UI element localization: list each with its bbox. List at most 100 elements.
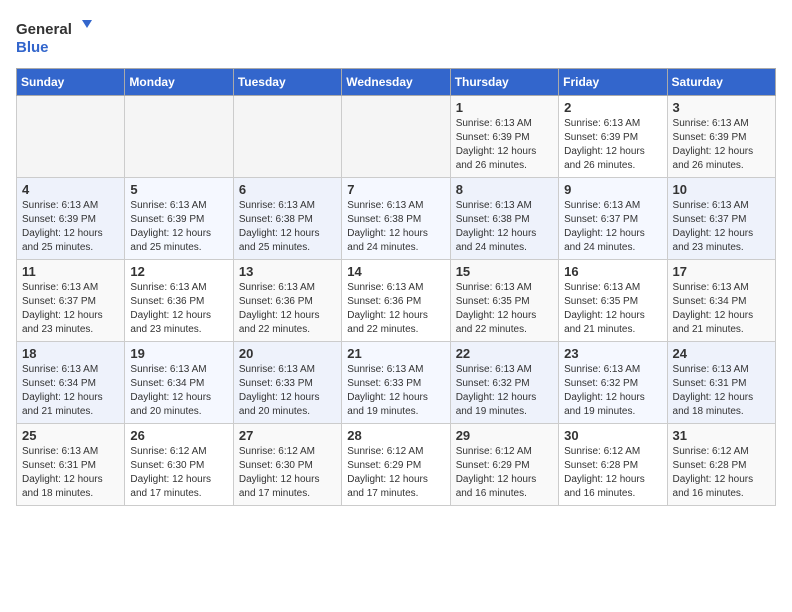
day-number: 6 [239, 182, 336, 197]
calendar-table: SundayMondayTuesdayWednesdayThursdayFrid… [16, 68, 776, 506]
calendar-cell: 4 Sunrise: 6:13 AM Sunset: 6:39 PM Daylig… [17, 178, 125, 260]
day-info: Sunrise: 6:12 AM Sunset: 6:29 PM Dayligh… [456, 445, 553, 501]
day-info: Sunrise: 6:13 AM Sunset: 6:39 PM Dayligh… [130, 199, 227, 255]
day-number: 17 [673, 264, 770, 279]
calendar-cell: 13 Sunrise: 6:13 AM Sunset: 6:36 PM Dayli… [233, 260, 341, 342]
column-header-saturday: Saturday [667, 69, 775, 96]
day-number: 21 [347, 346, 444, 361]
day-info: Sunrise: 6:13 AM Sunset: 6:35 PM Dayligh… [564, 281, 661, 337]
calendar-cell: 17 Sunrise: 6:13 AM Sunset: 6:34 PM Dayli… [667, 260, 775, 342]
day-info: Sunrise: 6:13 AM Sunset: 6:39 PM Dayligh… [22, 199, 119, 255]
calendar-cell: 24Sunrise: 6:13 AM Sunset: 6:31 PM Dayli… [667, 342, 775, 424]
day-info: Sunrise: 6:12 AM Sunset: 6:28 PM Dayligh… [564, 445, 661, 501]
column-header-wednesday: Wednesday [342, 69, 450, 96]
calendar-cell: 2 Sunrise: 6:13 AM Sunset: 6:39 PM Daylig… [559, 96, 667, 178]
day-number: 4 [22, 182, 119, 197]
day-number: 3 [673, 100, 770, 115]
calendar-week-4: 18 Sunrise: 6:13 AM Sunset: 6:34 PM Dayli… [17, 342, 776, 424]
calendar-cell: 11Sunrise: 6:13 AM Sunset: 6:37 PM Dayli… [17, 260, 125, 342]
day-info: Sunrise: 6:13 AM Sunset: 6:34 PM Dayligh… [673, 281, 770, 337]
calendar-cell: 12 Sunrise: 6:13 AM Sunset: 6:36 PM Dayli… [125, 260, 233, 342]
day-number: 5 [130, 182, 227, 197]
day-number: 23 [564, 346, 661, 361]
calendar-cell: 15 Sunrise: 6:13 AM Sunset: 6:35 PM Dayli… [450, 260, 558, 342]
calendar-cell: 3 Sunrise: 6:13 AM Sunset: 6:39 PM Daylig… [667, 96, 775, 178]
calendar-cell: 14 Sunrise: 6:13 AM Sunset: 6:36 PM Dayli… [342, 260, 450, 342]
calendar-cell: 21 Sunrise: 6:13 AM Sunset: 6:33 PM Dayli… [342, 342, 450, 424]
calendar-week-2: 4 Sunrise: 6:13 AM Sunset: 6:39 PM Daylig… [17, 178, 776, 260]
day-info: Sunrise: 6:12 AM Sunset: 6:30 PM Dayligh… [239, 445, 336, 501]
calendar-cell [233, 96, 341, 178]
day-number: 22 [456, 346, 553, 361]
day-number: 16 [564, 264, 661, 279]
day-number: 8 [456, 182, 553, 197]
day-info: Sunrise: 6:13 AM Sunset: 6:33 PM Dayligh… [347, 363, 444, 419]
day-number: 14 [347, 264, 444, 279]
day-number: 12 [130, 264, 227, 279]
day-info: Sunrise: 6:13 AM Sunset: 6:36 PM Dayligh… [130, 281, 227, 337]
day-info: Sunrise: 6:13 AM Sunset: 6:38 PM Dayligh… [456, 199, 553, 255]
calendar-week-5: 25 Sunrise: 6:13 AM Sunset: 6:31 PM Dayli… [17, 424, 776, 506]
day-info: Sunrise: 6:12 AM Sunset: 6:30 PM Dayligh… [130, 445, 227, 501]
calendar-cell: 5 Sunrise: 6:13 AM Sunset: 6:39 PM Daylig… [125, 178, 233, 260]
day-info: Sunrise: 6:13 AM Sunset: 6:37 PM Dayligh… [673, 199, 770, 255]
day-info: Sunrise: 6:13 AM Sunset: 6:35 PM Dayligh… [456, 281, 553, 337]
calendar-cell [125, 96, 233, 178]
column-header-sunday: Sunday [17, 69, 125, 96]
day-number: 9 [564, 182, 661, 197]
logo: General Blue [16, 16, 96, 58]
calendar-cell: 28 Sunrise: 6:12 AM Sunset: 6:29 PM Dayli… [342, 424, 450, 506]
calendar-header-row: SundayMondayTuesdayWednesdayThursdayFrid… [17, 69, 776, 96]
logo-svg: General Blue [16, 16, 96, 58]
day-info: Sunrise: 6:13 AM Sunset: 6:39 PM Dayligh… [456, 117, 553, 173]
calendar-cell: 6Sunrise: 6:13 AM Sunset: 6:38 PM Daylig… [233, 178, 341, 260]
day-number: 2 [564, 100, 661, 115]
day-number: 26 [130, 428, 227, 443]
day-info: Sunrise: 6:13 AM Sunset: 6:32 PM Dayligh… [456, 363, 553, 419]
day-info: Sunrise: 6:12 AM Sunset: 6:29 PM Dayligh… [347, 445, 444, 501]
day-info: Sunrise: 6:13 AM Sunset: 6:34 PM Dayligh… [130, 363, 227, 419]
day-number: 15 [456, 264, 553, 279]
svg-text:Blue: Blue [16, 39, 49, 56]
calendar-cell: 29 Sunrise: 6:12 AM Sunset: 6:29 PM Dayli… [450, 424, 558, 506]
calendar-cell: 10Sunrise: 6:13 AM Sunset: 6:37 PM Dayli… [667, 178, 775, 260]
day-number: 27 [239, 428, 336, 443]
calendar-cell [17, 96, 125, 178]
calendar-cell: 7 Sunrise: 6:13 AM Sunset: 6:38 PM Daylig… [342, 178, 450, 260]
day-info: Sunrise: 6:13 AM Sunset: 6:37 PM Dayligh… [564, 199, 661, 255]
day-number: 18 [22, 346, 119, 361]
day-number: 24 [673, 346, 770, 361]
day-number: 13 [239, 264, 336, 279]
day-info: Sunrise: 6:13 AM Sunset: 6:39 PM Dayligh… [564, 117, 661, 173]
calendar-cell: 9 Sunrise: 6:13 AM Sunset: 6:37 PM Daylig… [559, 178, 667, 260]
day-info: Sunrise: 6:13 AM Sunset: 6:38 PM Dayligh… [347, 199, 444, 255]
day-number: 30 [564, 428, 661, 443]
calendar-cell: 26 Sunrise: 6:12 AM Sunset: 6:30 PM Dayli… [125, 424, 233, 506]
calendar-cell: 27 Sunrise: 6:12 AM Sunset: 6:30 PM Dayli… [233, 424, 341, 506]
calendar-cell: 20Sunrise: 6:13 AM Sunset: 6:33 PM Dayli… [233, 342, 341, 424]
calendar-cell: 18 Sunrise: 6:13 AM Sunset: 6:34 PM Dayli… [17, 342, 125, 424]
day-info: Sunrise: 6:13 AM Sunset: 6:39 PM Dayligh… [673, 117, 770, 173]
day-number: 7 [347, 182, 444, 197]
calendar-cell: 22 Sunrise: 6:13 AM Sunset: 6:32 PM Dayli… [450, 342, 558, 424]
calendar-cell [342, 96, 450, 178]
day-info: Sunrise: 6:13 AM Sunset: 6:31 PM Dayligh… [22, 445, 119, 501]
day-info: Sunrise: 6:13 AM Sunset: 6:36 PM Dayligh… [347, 281, 444, 337]
day-info: Sunrise: 6:13 AM Sunset: 6:36 PM Dayligh… [239, 281, 336, 337]
calendar-week-1: 1Sunrise: 6:13 AM Sunset: 6:39 PM Daylig… [17, 96, 776, 178]
day-number: 25 [22, 428, 119, 443]
day-number: 28 [347, 428, 444, 443]
column-header-thursday: Thursday [450, 69, 558, 96]
calendar-week-3: 11Sunrise: 6:13 AM Sunset: 6:37 PM Dayli… [17, 260, 776, 342]
day-info: Sunrise: 6:13 AM Sunset: 6:34 PM Dayligh… [22, 363, 119, 419]
calendar-cell: 25 Sunrise: 6:13 AM Sunset: 6:31 PM Dayli… [17, 424, 125, 506]
day-info: Sunrise: 6:13 AM Sunset: 6:32 PM Dayligh… [564, 363, 661, 419]
svg-text:General: General [16, 21, 72, 38]
day-number: 29 [456, 428, 553, 443]
calendar-cell: 1Sunrise: 6:13 AM Sunset: 6:39 PM Daylig… [450, 96, 558, 178]
day-number: 31 [673, 428, 770, 443]
calendar-cell: 16 Sunrise: 6:13 AM Sunset: 6:35 PM Dayli… [559, 260, 667, 342]
column-header-friday: Friday [559, 69, 667, 96]
calendar-cell: 23 Sunrise: 6:13 AM Sunset: 6:32 PM Dayli… [559, 342, 667, 424]
column-header-monday: Monday [125, 69, 233, 96]
